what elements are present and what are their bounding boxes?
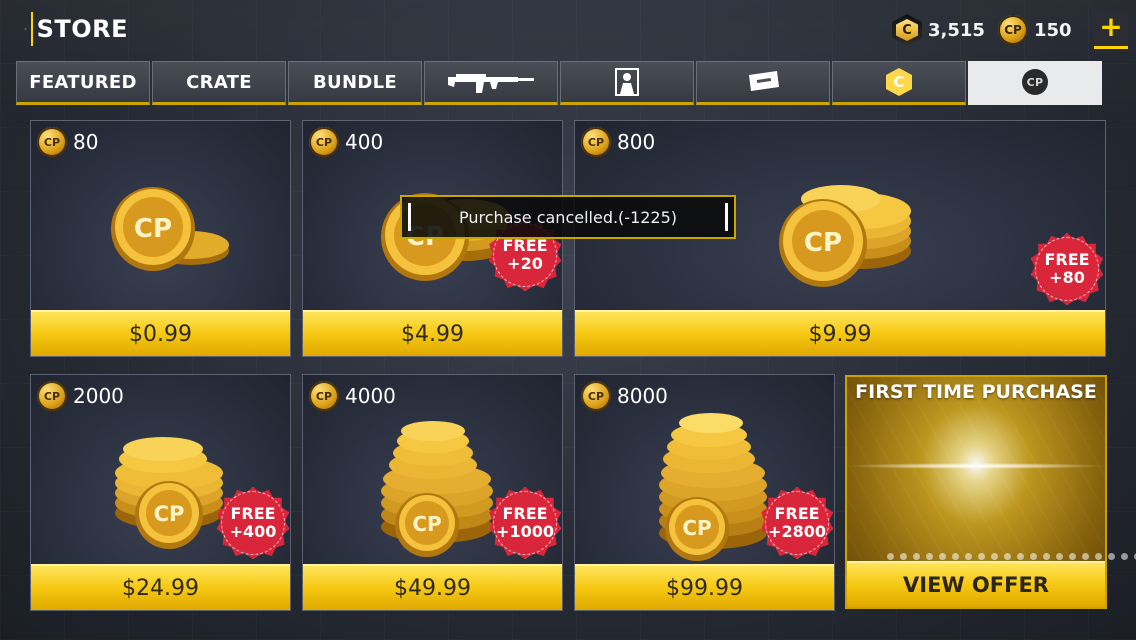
price-button[interactable]: $0.99: [31, 310, 290, 356]
svg-text:CP: CP: [412, 512, 441, 536]
tab-cod-points[interactable]: CP: [968, 61, 1102, 105]
cod-points-icon: CP: [309, 127, 339, 157]
amount-label: 800: [617, 130, 656, 154]
tab-tickets[interactable]: [696, 61, 830, 105]
offer-light-flare: [847, 463, 1105, 469]
price-button[interactable]: $4.99: [303, 310, 562, 356]
page-title: STORE: [30, 12, 128, 46]
back-button[interactable]: STORE: [24, 10, 128, 48]
svg-text:CP: CP: [682, 516, 711, 540]
product-amount: CP 2000: [37, 381, 124, 411]
offer-title: FIRST TIME PURCHASE: [855, 381, 1097, 403]
tab-label: FEATURED: [29, 71, 137, 93]
credits-icon: C: [892, 14, 922, 46]
character-icon: [615, 68, 639, 96]
product-amount: CP 80: [37, 127, 98, 157]
tab-credits[interactable]: C: [832, 61, 966, 105]
tab-bundle[interactable]: BUNDLE: [288, 61, 422, 105]
toast-message: Purchase cancelled.(-1225): [458, 207, 678, 227]
cod-points-icon: CP: [581, 127, 611, 157]
price-button[interactable]: $49.99: [303, 564, 562, 610]
cod-points-icon: CP: [37, 381, 67, 411]
free-bonus-badge: FREE +1000: [489, 487, 561, 559]
offer-carousel-dots: [887, 553, 1136, 560]
price-button[interactable]: $9.99: [575, 310, 1105, 356]
product-amount: CP 4000: [309, 381, 396, 411]
credits-value: 3,515: [928, 19, 985, 41]
coin-stack-icon: CP: [381, 421, 493, 557]
free-bonus-badge: FREE +80: [1031, 233, 1103, 305]
coin-stack-icon: CP: [115, 437, 223, 549]
cod-points-icon: CP: [998, 15, 1028, 45]
credits-balance: C 3,515: [892, 13, 985, 47]
first-time-offer-card[interactable]: FIRST TIME PURCHASE VIEW OFFER: [845, 375, 1136, 609]
store-tabs: FEATURED CRATE BUNDLE C CP: [16, 61, 1102, 105]
tab-crate[interactable]: CRATE: [152, 61, 286, 105]
product-amount: CP 800: [581, 127, 655, 157]
add-currency-button[interactable]: +: [1094, 12, 1128, 49]
svg-text:CP: CP: [154, 502, 185, 526]
price-button[interactable]: $24.99: [31, 564, 290, 610]
svg-text:CP: CP: [804, 228, 842, 258]
product-card-8000[interactable]: CP 8000 CP FREE +2800 $99.99: [574, 374, 835, 611]
product-amount: CP 400: [309, 127, 383, 157]
cod-points-icon: CP: [309, 381, 339, 411]
product-card-80[interactable]: CP 80 CP $0.99: [30, 120, 291, 357]
coin-stack-icon: CP: [779, 185, 911, 287]
tab-label: CRATE: [186, 71, 252, 93]
product-card-4000[interactable]: CP 4000 CP FREE +1000 $49.99: [302, 374, 563, 611]
purchase-cancelled-toast: Purchase cancelled.(-1225): [400, 195, 736, 239]
free-bonus-badge: FREE +2800: [761, 487, 833, 559]
tab-characters[interactable]: [560, 61, 694, 105]
rifle-icon: [448, 74, 534, 93]
price-button[interactable]: $99.99: [575, 564, 834, 610]
ticket-icon: [749, 71, 779, 91]
cod-points-value: 150: [1034, 19, 1072, 41]
amount-label: 80: [73, 130, 99, 154]
product-card-2000[interactable]: CP 2000 CP FREE +400 $24.99: [30, 374, 291, 611]
cod-points-icon: CP: [1022, 69, 1048, 95]
credits-icon: C: [886, 68, 912, 96]
cod-points-balance: CP 150: [998, 13, 1072, 47]
amount-label: 400: [345, 130, 384, 154]
view-offer-button[interactable]: VIEW OFFER: [847, 561, 1105, 607]
free-bonus-badge: FREE +400: [217, 487, 289, 559]
tab-weapons[interactable]: [424, 61, 558, 105]
coin-stack-icon: CP: [111, 187, 229, 271]
cod-points-icon: CP: [581, 381, 611, 411]
cod-points-icon: CP: [37, 127, 67, 157]
back-arrow-icon: [24, 27, 27, 31]
amount-label: 4000: [345, 384, 396, 408]
tab-featured[interactable]: FEATURED: [16, 61, 150, 105]
amount-label: 2000: [73, 384, 124, 408]
tab-label: BUNDLE: [313, 71, 397, 93]
svg-text:CP: CP: [134, 214, 172, 244]
